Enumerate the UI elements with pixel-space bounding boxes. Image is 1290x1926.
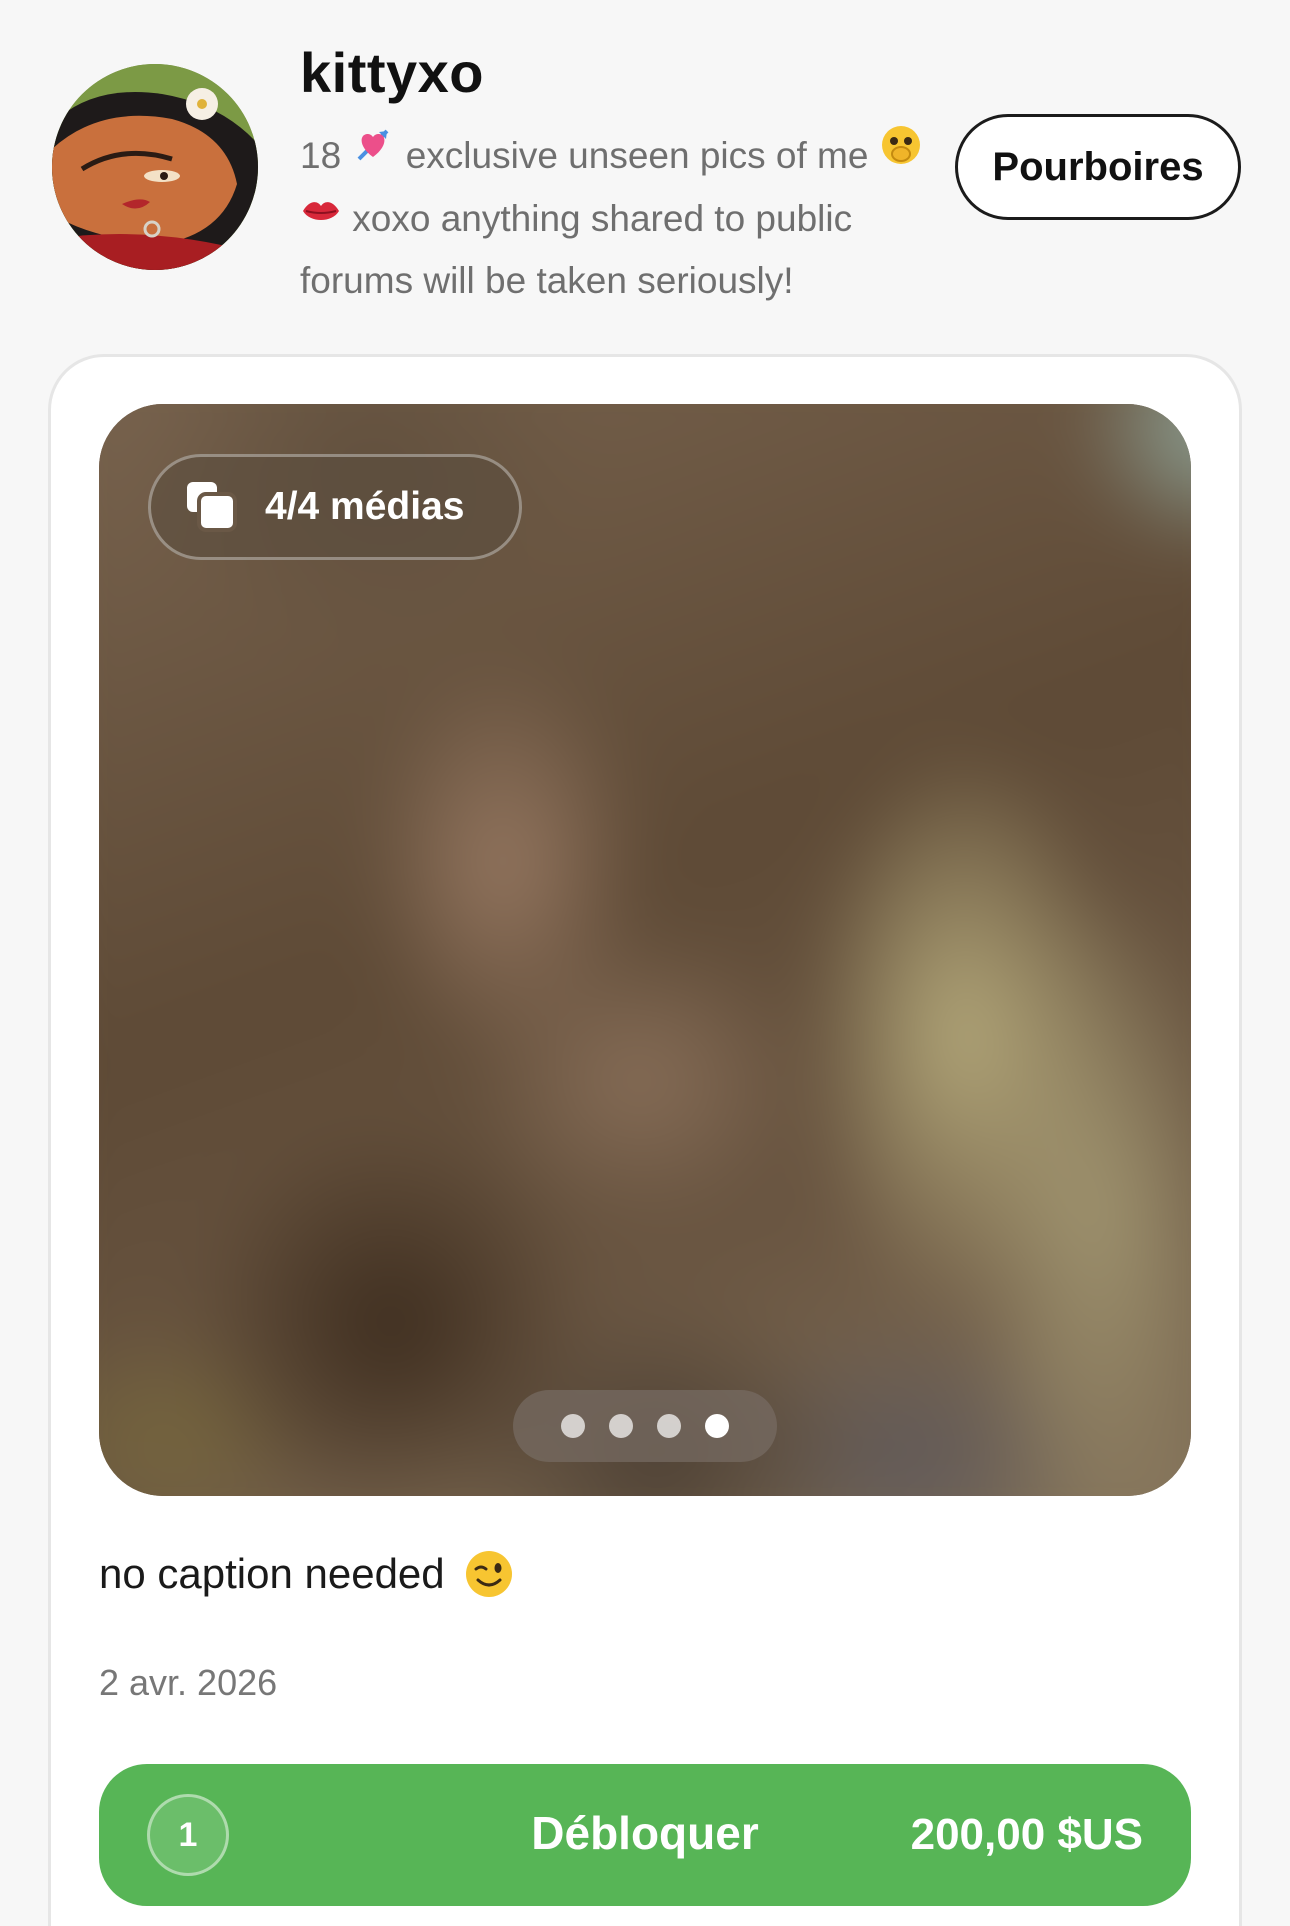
profile-bio: 18 exclusive unseen pics of me xoxo anyt… xyxy=(300,126,960,311)
carousel-dot-3[interactable] xyxy=(657,1414,681,1438)
username: kittyxo xyxy=(300,41,484,104)
media-stack-icon xyxy=(187,482,237,532)
bio-text-1: exclusive unseen pics of me xyxy=(405,135,869,176)
blurred-media-preview xyxy=(99,404,1191,1496)
post-media-carousel[interactable] xyxy=(99,404,1191,1496)
media-count-label: 4/4 médias xyxy=(265,485,465,528)
carousel-dot-1[interactable] xyxy=(561,1414,585,1438)
bio-line-2: xoxo anything shared to public xyxy=(300,189,960,251)
bio-age: 18 xyxy=(300,135,342,176)
heart-arrow-icon xyxy=(351,123,395,185)
page: kittyxo 18 exclusive unseen pics of me x… xyxy=(0,0,1290,1926)
carousel-dot-2[interactable] xyxy=(609,1414,633,1438)
shocked-face-icon xyxy=(879,123,923,185)
winking-face-icon xyxy=(465,1551,512,1597)
post-date: 2 avr. 2026 xyxy=(99,1662,278,1703)
bio-line-1: 18 exclusive unseen pics of me xyxy=(300,126,960,189)
carousel-indicator xyxy=(513,1390,777,1462)
carousel-dot-4[interactable] xyxy=(705,1414,729,1438)
bio-text-2: xoxo anything shared to public xyxy=(352,198,853,240)
kiss-mark-icon xyxy=(300,187,342,247)
unlock-price: 200,00 $US xyxy=(910,1810,1143,1859)
caption-text: no caption needed xyxy=(99,1550,445,1597)
bio-line-3: forums will be taken seriously! xyxy=(300,260,794,302)
unlock-button[interactable]: 1 Débloquer 200,00 $US xyxy=(99,1764,1191,1906)
media-count-badge: 4/4 médias xyxy=(148,454,522,560)
avatar[interactable] xyxy=(52,64,258,270)
post-caption: no caption needed xyxy=(99,1548,515,1600)
avatar-image xyxy=(52,64,258,270)
tip-button[interactable]: Pourboires xyxy=(955,114,1241,220)
